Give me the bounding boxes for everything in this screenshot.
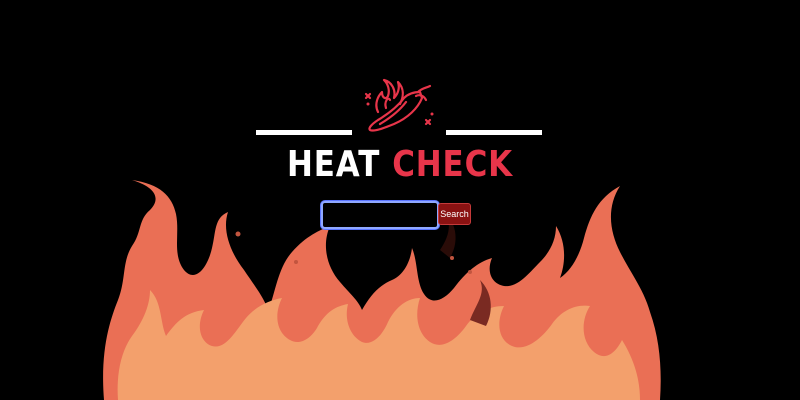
ember [294,260,298,264]
search-input[interactable] [321,201,439,229]
title-word-heat: HEAT [286,144,381,185]
search-button[interactable]: Search [438,203,471,225]
title-word-check: CHECK [392,144,514,185]
chili-pepper-icon [364,78,434,132]
title-rule-right [446,130,542,135]
flames-background [103,180,661,400]
title-rule-left [256,130,352,135]
page: HEAT CHECK Search [0,0,800,400]
page-title: HEAT CHECK [56,140,744,190]
ember [450,256,454,260]
ember [235,231,241,237]
ember [468,270,472,274]
